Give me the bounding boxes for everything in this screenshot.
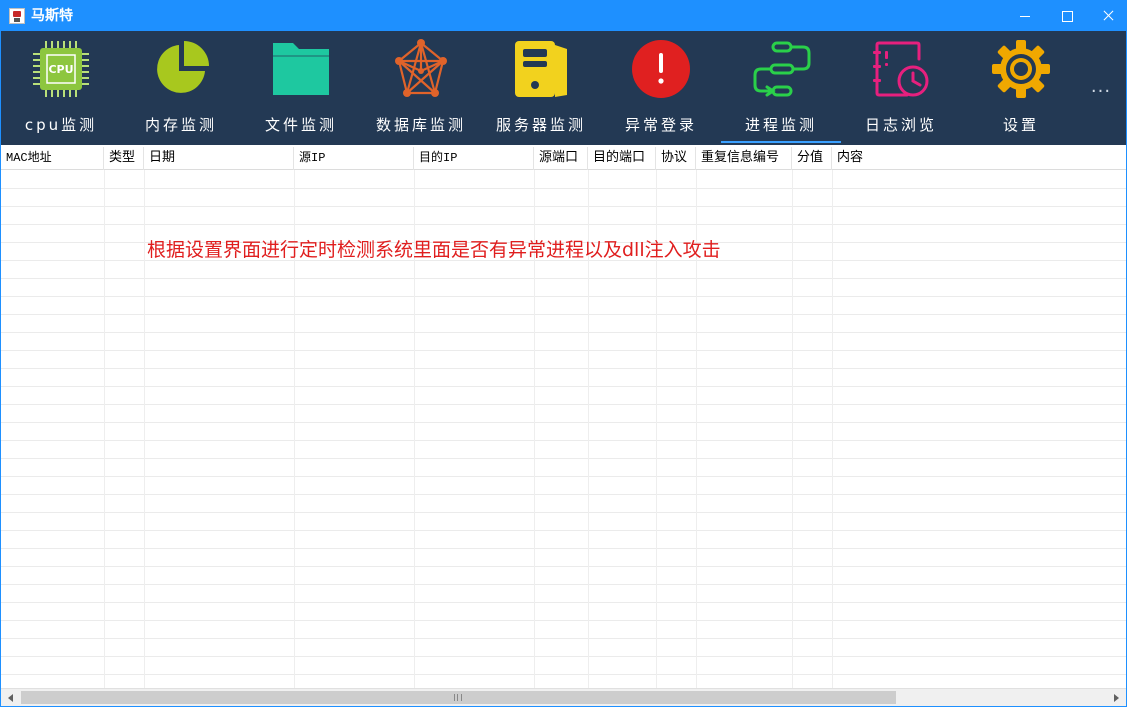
- table-row-divider: [1, 296, 1126, 297]
- folder-icon: [273, 43, 329, 95]
- tool-server-monitor[interactable]: 服务器监测: [481, 31, 601, 145]
- table-row-divider: [1, 404, 1126, 405]
- info-message: 根据设置界面进行定时检测系统里面是否有异常进程以及dll注入攻击: [147, 239, 721, 261]
- table-row-divider: [1, 566, 1126, 567]
- horizontal-scrollbar[interactable]: [1, 688, 1126, 706]
- table-row-divider: [1, 386, 1126, 387]
- table-row-divider: [1, 368, 1126, 369]
- column-header-repeat-id[interactable]: 重复信息编号: [696, 147, 792, 170]
- table-row-divider: [1, 350, 1126, 351]
- tool-label: 日志浏览: [864, 116, 937, 134]
- tool-label: cpu监测: [24, 116, 98, 134]
- table-row-divider: [1, 638, 1126, 639]
- table-row-divider: [1, 584, 1126, 585]
- table-row-divider: [1, 602, 1126, 603]
- column-header-dest-ip[interactable]: 目的IP: [414, 147, 534, 170]
- pie-chart-icon: [157, 41, 209, 93]
- minimize-button[interactable]: [1002, 1, 1048, 31]
- tool-file-monitor[interactable]: 文件监测: [241, 31, 361, 145]
- tool-settings[interactable]: 设置: [961, 31, 1081, 145]
- tool-label: 进程监测: [744, 116, 817, 134]
- column-header-source-port[interactable]: 源端口: [534, 147, 588, 170]
- server-icon: [515, 41, 567, 97]
- table-row-divider: [1, 530, 1126, 531]
- tool-label: 内存监测: [144, 116, 217, 134]
- table-row-divider: [1, 548, 1126, 549]
- column-header-mac[interactable]: MAC地址: [1, 147, 104, 170]
- column-header-dest-port[interactable]: 目的端口: [588, 147, 656, 170]
- column-header-protocol[interactable]: 协议: [656, 147, 696, 170]
- app-window: 马斯特 CPU cpu监测 内存监测 文件监测 数据库监测 服务器监测 异常登录…: [0, 0, 1127, 707]
- table-row-divider: [1, 422, 1126, 423]
- table-row-divider: [1, 656, 1126, 657]
- tool-process-monitor[interactable]: 进程监测: [721, 31, 841, 145]
- column-header-date[interactable]: 日期: [144, 147, 294, 170]
- close-button[interactable]: [1085, 1, 1126, 31]
- tool-label: 异常登录: [624, 116, 697, 134]
- table-row-divider: [1, 512, 1126, 513]
- table-row-divider: [1, 620, 1126, 621]
- table-row-divider: [1, 314, 1126, 315]
- column-header-source-ip[interactable]: 源IP: [294, 147, 414, 170]
- window-title: 马斯特: [31, 8, 73, 24]
- grip-icon: [454, 694, 462, 701]
- log-clock-icon: [873, 41, 929, 97]
- table-row-divider: [1, 206, 1126, 207]
- tool-abnormal-login[interactable]: 异常登录: [601, 31, 721, 145]
- app-logo-icon: [9, 8, 25, 24]
- tool-memory-monitor[interactable]: 内存监测: [121, 31, 241, 145]
- svg-text:CPU: CPU: [48, 63, 73, 76]
- title-bar: 马斯特: [1, 1, 1126, 31]
- tool-log-browse[interactable]: 日志浏览: [841, 31, 961, 145]
- scrollbar-thumb[interactable]: [21, 691, 896, 704]
- table-row-divider: [1, 494, 1126, 495]
- main-toolbar: CPU cpu监测 内存监测 文件监测 数据库监测 服务器监测 异常登录 进程监…: [1, 31, 1126, 145]
- alert-circle-icon: [632, 40, 690, 98]
- data-table: MAC地址 类型 日期 源IP 目的IP 源端口 目的端口 协议 重复信息编号 …: [1, 147, 1126, 688]
- table-row-divider: [1, 332, 1126, 333]
- network-graph-icon: [395, 39, 447, 97]
- more-options-button[interactable]: ...: [1089, 75, 1113, 99]
- tool-label: 服务器监测: [495, 116, 586, 134]
- table-row-divider: [1, 476, 1126, 477]
- table-header: MAC地址 类型 日期 源IP 目的IP 源端口 目的端口 协议 重复信息编号 …: [1, 147, 1126, 170]
- tool-label: 数据库监测: [375, 116, 466, 134]
- scroll-right-arrow-icon[interactable]: [1108, 689, 1124, 706]
- table-row-divider: [1, 224, 1126, 225]
- tool-database-monitor[interactable]: 数据库监测: [361, 31, 481, 145]
- table-column-divider: [832, 170, 833, 688]
- table-row-divider: [1, 458, 1126, 459]
- table-row-divider: [1, 674, 1126, 675]
- table-row-divider: [1, 440, 1126, 441]
- table-column-divider: [144, 170, 145, 688]
- table-column-divider: [792, 170, 793, 688]
- cpu-chip-icon: CPU: [33, 41, 89, 97]
- active-tab-indicator: [721, 141, 841, 143]
- process-flow-icon: [753, 41, 811, 97]
- tool-label: 设置: [1002, 116, 1039, 134]
- tool-label: 文件监测: [264, 116, 337, 134]
- table-row-divider: [1, 188, 1126, 189]
- column-header-type[interactable]: 类型: [104, 147, 144, 170]
- column-header-content[interactable]: 内容: [832, 147, 1126, 170]
- table-row-divider: [1, 278, 1126, 279]
- tool-cpu-monitor[interactable]: CPU cpu监测: [1, 31, 121, 145]
- scroll-left-arrow-icon[interactable]: [3, 689, 19, 706]
- column-header-score[interactable]: 分值: [792, 147, 832, 170]
- maximize-button[interactable]: [1044, 1, 1090, 31]
- table-column-divider: [104, 170, 105, 688]
- gear-icon: [992, 40, 1050, 98]
